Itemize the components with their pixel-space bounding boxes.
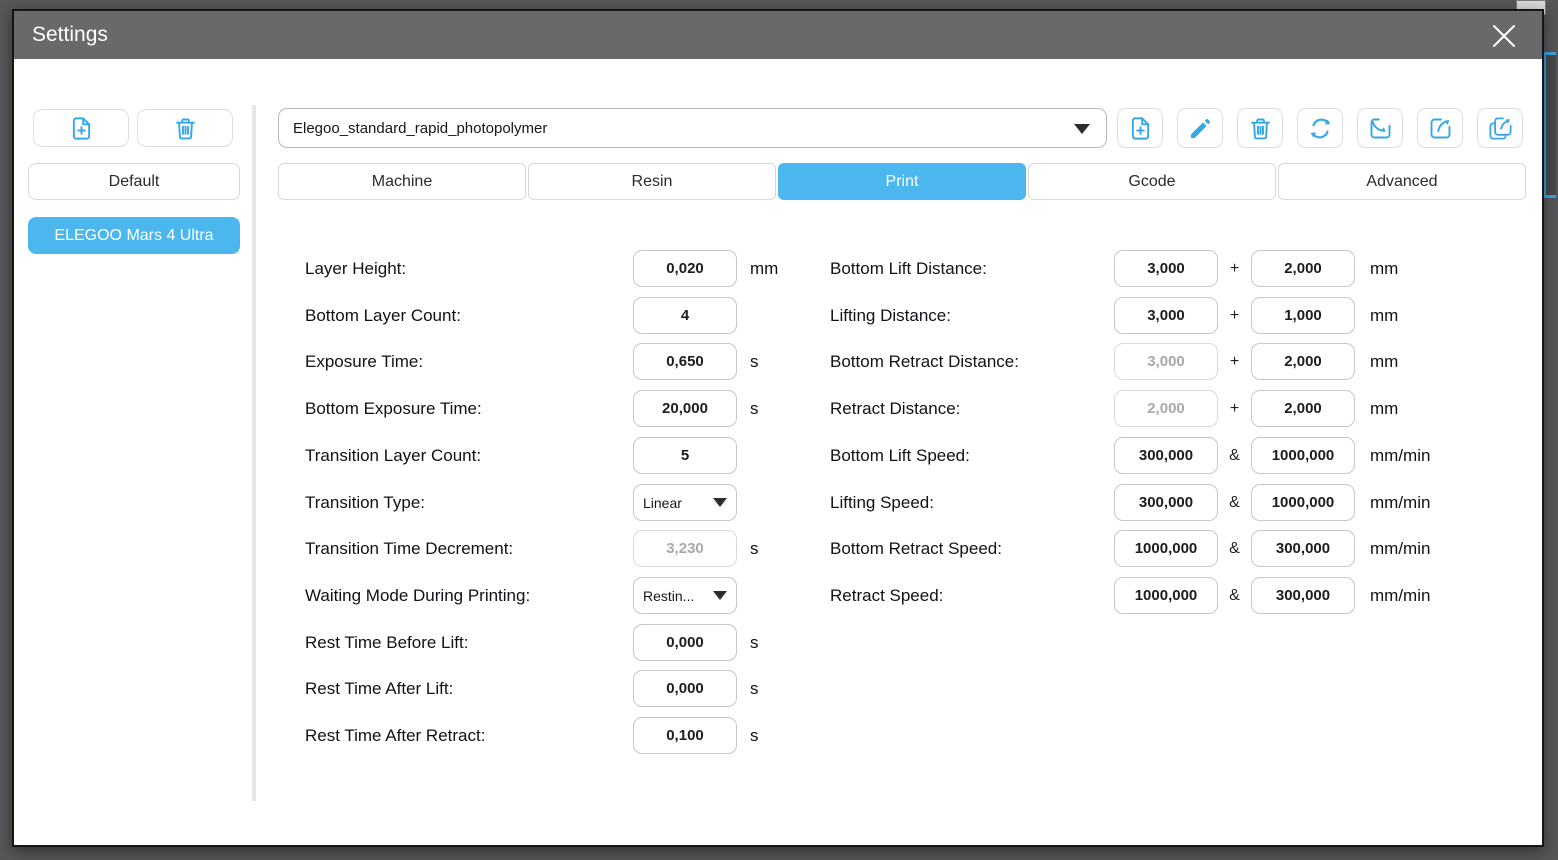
form-row-retract-speed: Retract Speed: 1000,000 & 300,000 mm/min [14,577,1542,614]
file-plus-icon [68,115,95,142]
close-icon [1488,20,1520,52]
field-input-secondary-bottom-retract-speed[interactable]: 300,000 [1251,530,1355,567]
field-input-secondary-lifting-distance[interactable]: 1,000 [1251,297,1355,334]
field-input-primary-retract-speed[interactable]: 1000,000 [1114,577,1218,614]
field-unit: mm/min [1370,539,1431,558]
form-row-bottom-lift-speed: Bottom Lift Speed: 300,000 & 1000,000 mm/min [14,437,1542,474]
field-unit: s [750,726,759,745]
field-input-secondary-bottom-lift-speed[interactable]: 1000,000 [1251,437,1355,474]
rename-profile-button[interactable] [1177,108,1223,148]
sidebar-profile-elegoo-mars-4-ultra[interactable]: ELEGOO Mars 4 Ultra [28,217,240,254]
field-input-primary-bottom-retract-distance[interactable]: 3,000 [1114,343,1218,380]
field-separator: + [1229,260,1240,277]
field-label: Rest Time Before Lift: [305,633,469,652]
field-label: Bottom Retract Speed: [830,539,1002,558]
field-input-secondary-retract-speed[interactable]: 300,000 [1251,577,1355,614]
dialog-title: Settings [32,23,108,46]
export-profile-button[interactable] [1417,108,1463,148]
field-unit: mm/min [1370,446,1431,465]
tab-resin[interactable]: Resin [528,163,776,200]
field-label: Bottom Lift Distance: [830,259,987,278]
export-all-profiles-button[interactable] [1477,108,1523,148]
chevron-down-icon [1074,124,1090,134]
close-button[interactable] [1486,18,1522,54]
field-input-primary-lifting-distance[interactable]: 3,000 [1114,297,1218,334]
field-label: Rest Time After Lift: [305,679,454,698]
form-row-lifting-distance: Lifting Distance: 3,000 +1,000 mm [14,297,1542,334]
field-input-primary-retract-distance[interactable]: 2,000 [1114,390,1218,427]
delete-printer-button[interactable] [137,109,233,147]
field-unit: mm [1370,259,1399,278]
field-label: Bottom Retract Distance: [830,352,1019,371]
field-input-secondary-bottom-lift-distance[interactable]: 2,000 [1251,250,1355,287]
field-input-secondary-lifting-speed[interactable]: 1000,000 [1251,484,1355,521]
resin-profile-selected-value: Elegoo_standard_rapid_photopolymer [293,119,548,137]
field-unit: mm [1370,399,1399,418]
field-input-rest-time-after-lift[interactable]: 0,000 [633,670,737,707]
field-separator: & [1229,540,1240,557]
field-unit: mm [1370,306,1399,325]
add-profile-button[interactable] [1117,108,1163,148]
import-profile-button[interactable] [1357,108,1403,148]
pencil-icon [1187,115,1214,142]
field-unit: s [750,633,759,652]
field-separator: & [1229,494,1240,511]
refresh-icon [1307,115,1334,142]
field-unit: s [750,679,759,698]
field-unit: mm/min [1370,493,1431,512]
settings-dialog: Settings Default ELEGOO Mars 4 Ultra Eleg… [12,9,1544,847]
form-row-bottom-retract-speed: Bottom Retract Speed: 1000,000 & 300,000 mm/… [14,530,1542,567]
reset-profile-button[interactable] [1297,108,1343,148]
field-input-secondary-retract-distance[interactable]: 2,000 [1251,390,1355,427]
form-row-lifting-speed: Lifting Speed: 300,000 & 1000,000 mm/min [14,484,1542,521]
field-input-primary-bottom-lift-distance[interactable]: 3,000 [1114,250,1218,287]
delete-profile-button[interactable] [1237,108,1283,148]
resin-profile-select[interactable]: Elegoo_standard_rapid_photopolymer [278,108,1107,148]
field-input-rest-time-after-retract[interactable]: 0,100 [633,717,737,754]
field-label: Retract Distance: [830,399,961,418]
sidebar-profile-default[interactable]: Default [28,163,240,200]
field-separator: & [1229,447,1240,464]
field-input-primary-lifting-speed[interactable]: 300,000 [1114,484,1218,521]
export-all-icon [1487,115,1514,142]
field-label: Bottom Lift Speed: [830,446,970,465]
field-separator: + [1229,307,1240,324]
field-unit: mm [1370,352,1399,371]
field-label: Lifting Distance: [830,306,951,325]
field-input-secondary-bottom-retract-distance[interactable]: 2,000 [1251,343,1355,380]
field-input-rest-time-before-lift[interactable]: 0,000 [633,624,737,661]
background-window-fragment [1543,52,1556,198]
form-row-retract-distance: Retract Distance: 2,000 +2,000 mm [14,390,1542,427]
form-row-bottom-retract-distance: Bottom Retract Distance: 3,000 +2,000 mm [14,343,1542,380]
field-input-primary-bottom-lift-speed[interactable]: 300,000 [1114,437,1218,474]
field-separator: & [1229,587,1240,604]
trash-icon [1247,115,1274,142]
tab-machine[interactable]: Machine [278,163,526,200]
field-unit: mm/min [1370,586,1431,605]
form-row-rest-time-after-lift: Rest Time After Lift: 0,000 s [14,670,1542,707]
tab-gcode[interactable]: Gcode [1028,163,1276,200]
field-label: Retract Speed: [830,586,944,605]
field-input-primary-bottom-retract-speed[interactable]: 1000,000 [1114,530,1218,567]
form-row-bottom-lift-distance: Bottom Lift Distance: 3,000 +2,000 mm [14,250,1542,287]
tab-advanced[interactable]: Advanced [1278,163,1526,200]
form-row-rest-time-after-retract: Rest Time After Retract: 0,100 s [14,717,1542,754]
export-icon [1427,115,1454,142]
file-plus-icon [1127,115,1154,142]
field-separator: + [1229,353,1240,370]
form-row-rest-time-before-lift: Rest Time Before Lift: 0,000 s [14,624,1542,661]
trash-icon [172,115,199,142]
field-label: Lifting Speed: [830,493,934,512]
dialog-content: Default ELEGOO Mars 4 Ultra Elegoo_standa… [14,59,1542,845]
tab-print[interactable]: Print [778,163,1026,200]
add-printer-button[interactable] [33,109,129,147]
dialog-titlebar: Settings [14,11,1542,59]
import-icon [1367,115,1394,142]
field-separator: + [1229,400,1240,417]
field-label: Rest Time After Retract: [305,726,486,745]
